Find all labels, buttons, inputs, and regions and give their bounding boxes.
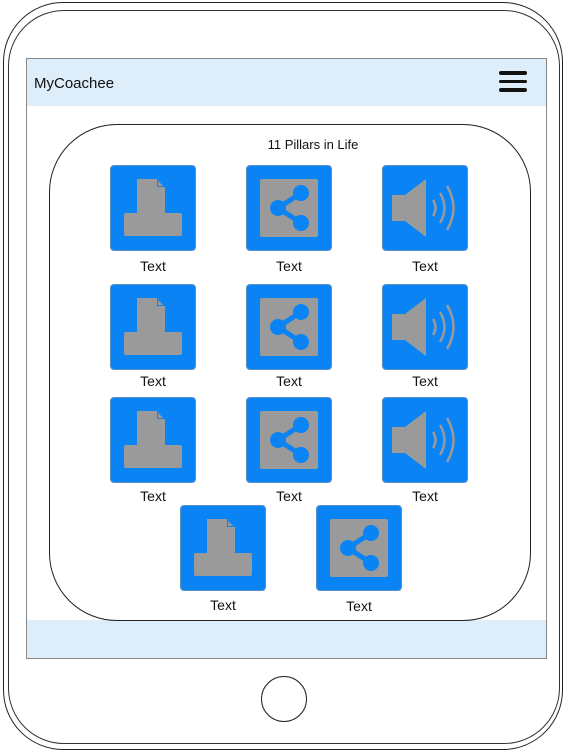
pillar-tile[interactable]: Text	[110, 397, 196, 504]
print-icon	[124, 179, 182, 236]
pillar-label: Text	[140, 373, 166, 389]
pillar-button[interactable]	[110, 165, 196, 251]
pillar-tile[interactable]: Text	[110, 165, 196, 274]
pillar-tile[interactable]: Text	[246, 284, 332, 389]
pillar-tile[interactable]: Text	[382, 284, 468, 389]
share-icon	[260, 411, 318, 469]
pillar-button[interactable]	[316, 505, 402, 591]
pillar-button[interactable]	[382, 165, 468, 251]
pillar-tile[interactable]: Text	[110, 284, 196, 389]
speaker-icon	[392, 179, 455, 237]
pillar-label: Text	[140, 258, 166, 274]
pillar-button[interactable]	[180, 505, 266, 591]
pillar-label: Text	[412, 488, 438, 504]
pillar-label: Text	[346, 598, 372, 614]
app-header: MyCoachee	[27, 59, 546, 106]
pillar-tile[interactable]: Text	[180, 505, 266, 613]
pillar-tile[interactable]: Text	[246, 397, 332, 504]
share-icon	[260, 179, 318, 237]
pillar-button[interactable]	[246, 165, 332, 251]
hamburger-menu-icon[interactable]	[499, 71, 527, 93]
pillar-label: Text	[276, 373, 302, 389]
print-icon	[194, 519, 252, 576]
pillar-button[interactable]	[382, 397, 468, 483]
pillar-tile[interactable]: Text	[382, 397, 468, 504]
pillar-label: Text	[276, 258, 302, 274]
pillar-button[interactable]	[382, 284, 468, 370]
print-icon	[124, 411, 182, 468]
pillar-tile[interactable]: Text	[316, 505, 402, 614]
pillar-button[interactable]	[246, 284, 332, 370]
speaker-icon	[392, 411, 455, 469]
home-button[interactable]	[261, 676, 307, 722]
pillar-tile[interactable]: Text	[246, 165, 332, 274]
share-icon	[260, 298, 318, 356]
pillar-tile[interactable]: Text	[382, 165, 468, 274]
pillar-label: Text	[412, 258, 438, 274]
pillar-label: Text	[140, 488, 166, 504]
speaker-icon	[392, 298, 455, 356]
pillar-label: Text	[276, 488, 302, 504]
pillar-label: Text	[412, 373, 438, 389]
app-footer	[27, 620, 546, 658]
panel-title: 11 Pillars in Life	[267, 137, 359, 152]
pillar-label: Text	[210, 597, 236, 613]
pillar-button[interactable]	[246, 397, 332, 483]
share-icon	[330, 519, 388, 577]
pillar-button[interactable]	[110, 284, 196, 370]
pillar-button[interactable]	[110, 397, 196, 483]
print-icon	[124, 298, 182, 355]
app-title: MyCoachee	[34, 75, 115, 92]
